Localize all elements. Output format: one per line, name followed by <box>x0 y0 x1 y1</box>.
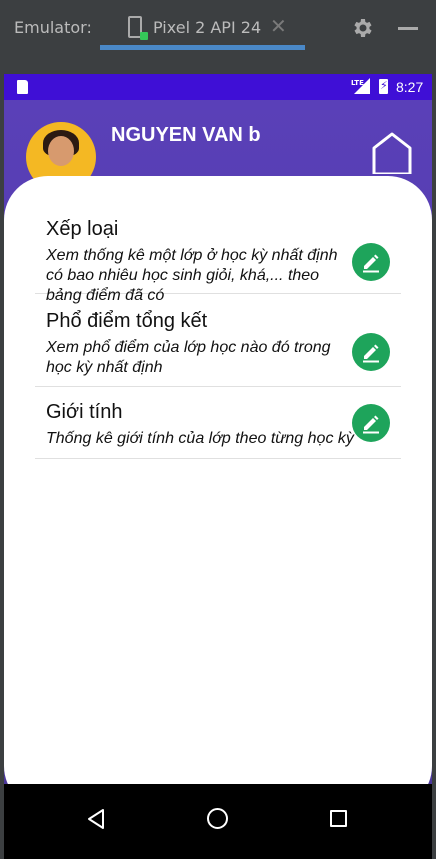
emulator-gap <box>0 52 436 74</box>
close-tab-icon[interactable]: ✕ <box>270 16 287 36</box>
edit-button[interactable] <box>352 243 390 281</box>
pencil-icon <box>363 344 379 363</box>
item-title: Phổ điểm tổng kết <box>46 310 208 332</box>
network-type: LTE <box>351 79 364 87</box>
edit-button[interactable] <box>352 404 390 442</box>
profile-header: NGUYEN VAN b Xếp loại Xem thống kê một l… <box>4 100 432 810</box>
username: NGUYEN VAN b <box>111 124 261 146</box>
device-running-indicator <box>140 32 148 40</box>
gear-icon[interactable] <box>350 16 374 40</box>
device-tab-label[interactable]: Pixel 2 API 24 <box>153 18 261 37</box>
item-title: Xếp loại <box>46 218 119 240</box>
minimize-icon[interactable] <box>398 27 418 30</box>
pencil-icon <box>363 415 379 434</box>
menu-card: Xếp loại Xem thống kê một lớp ở học kỳ n… <box>4 176 432 810</box>
charging-icon: ⚡ <box>380 79 388 92</box>
item-description: Xem phổ điểm của lớp học nào đó trong họ… <box>46 339 331 376</box>
avatar-face <box>48 136 74 166</box>
item-title: Giới tính <box>46 401 123 423</box>
status-bar: LTE ⚡ 8:27 <box>4 74 432 100</box>
item-description: Thống kê giới tính của lớp theo từng học… <box>46 430 354 447</box>
home-icon[interactable] <box>370 130 414 174</box>
list-item-xep-loai[interactable]: Xếp loại Xem thống kê một lớp ở học kỳ n… <box>35 206 401 304</box>
navigation-bar <box>4 784 432 859</box>
status-time: 8:27 <box>396 79 424 95</box>
pencil-icon <box>363 254 379 273</box>
active-tab-indicator <box>100 45 305 50</box>
emulator-toolbar: Emulator: Pixel 2 API 24 ✕ <box>0 0 436 52</box>
list-item-pho-diem[interactable]: Phổ điểm tổng kết Xem phổ điểm của lớp h… <box>35 295 401 387</box>
emulator-label: Emulator: <box>14 18 92 37</box>
sd-card-icon <box>17 80 28 94</box>
home-button-icon[interactable] <box>207 808 228 829</box>
recent-apps-icon[interactable] <box>330 810 347 827</box>
back-icon[interactable] <box>86 808 106 830</box>
device-screen: LTE ⚡ 8:27 NGUYEN VAN b Xếp loại Xem thố… <box>4 74 432 859</box>
edit-button[interactable] <box>352 333 390 371</box>
list-item-gioi-tinh[interactable]: Giới tính Thống kê giới tính của lớp the… <box>35 387 401 459</box>
